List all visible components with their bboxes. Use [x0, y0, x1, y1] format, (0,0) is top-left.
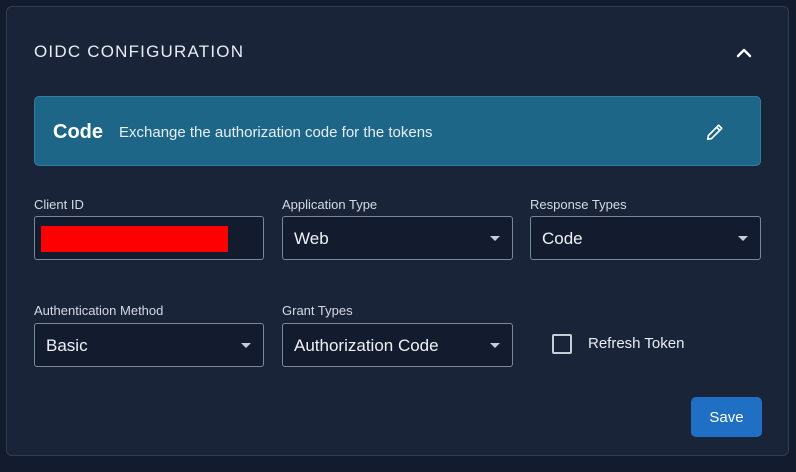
flow-title: Code: [53, 121, 103, 143]
refresh-token-checkbox[interactable]: [552, 334, 572, 354]
oidc-configuration-card: OIDC CONFIGURATION Code Exchange the aut…: [6, 6, 789, 456]
client-id-label: Client ID: [34, 197, 84, 212]
application-type-value: Web: [294, 229, 329, 248]
application-type-label: Application Type: [282, 197, 378, 212]
flow-banner: Code Exchange the authorization code for…: [34, 96, 761, 166]
response-types-label: Response Types: [530, 197, 627, 212]
refresh-token-label[interactable]: Refresh Token: [588, 335, 684, 352]
section-title: OIDC CONFIGURATION: [34, 42, 245, 61]
authentication-method-label: Authentication Method: [34, 303, 164, 318]
dropdown-caret-icon: [490, 343, 500, 348]
grant-types-label: Grant Types: [282, 303, 353, 318]
application-type-select[interactable]: Web: [282, 216, 513, 260]
authentication-method-select[interactable]: Basic: [34, 323, 264, 367]
grant-types-select[interactable]: Authorization Code: [282, 323, 513, 367]
pencil-icon[interactable]: [704, 121, 726, 143]
client-id-field[interactable]: [34, 216, 264, 260]
client-id-redaction: [41, 226, 228, 252]
chevron-up-icon[interactable]: [734, 43, 754, 63]
flow-description: Exchange the authorization code for the …: [119, 124, 433, 141]
dropdown-caret-icon: [241, 343, 251, 348]
response-types-value: Code: [542, 229, 583, 248]
response-types-select[interactable]: Code: [530, 216, 761, 260]
authentication-method-value: Basic: [46, 336, 88, 355]
grant-types-value: Authorization Code: [294, 336, 439, 355]
save-button[interactable]: Save: [691, 397, 762, 437]
dropdown-caret-icon: [490, 236, 500, 241]
dropdown-caret-icon: [738, 236, 748, 241]
